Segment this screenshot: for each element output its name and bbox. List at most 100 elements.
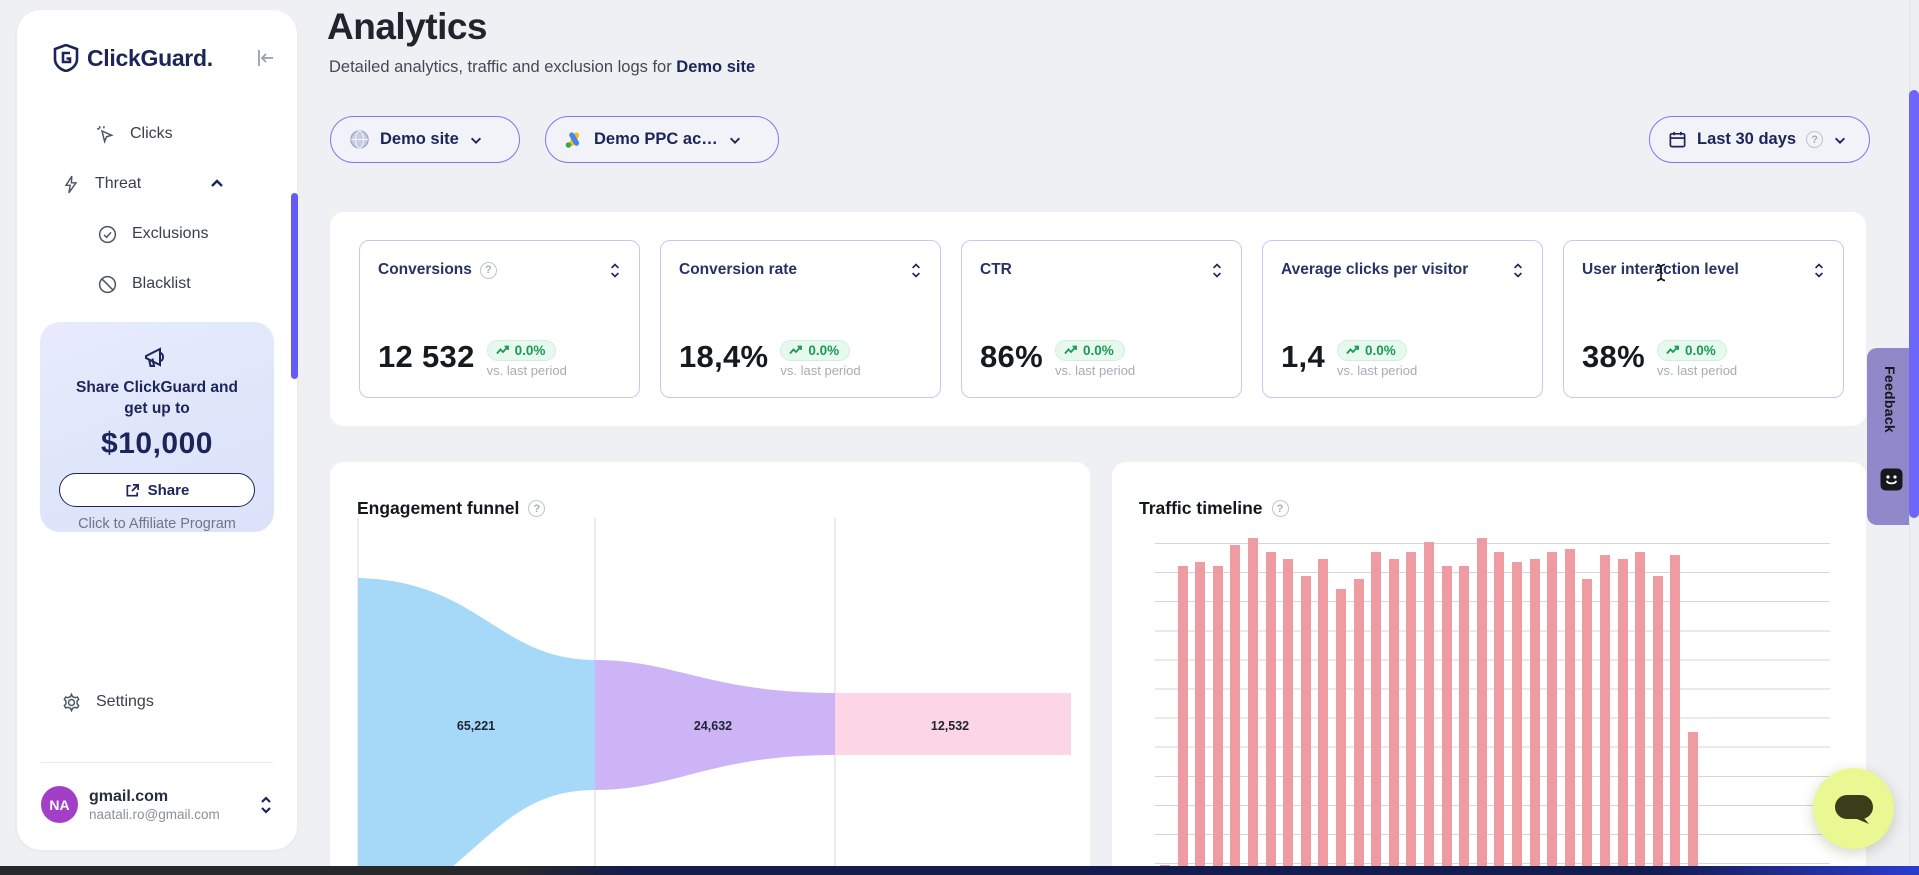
trend-value: 0.0% (808, 343, 839, 358)
funnel-value-label: 24,632 (694, 719, 732, 733)
traffic-timeline-card: Traffic timeline ? (1112, 462, 1866, 875)
share-button[interactable]: Share (59, 473, 255, 507)
trend-caption: vs. last period (1055, 363, 1135, 378)
account-email: naatali.ro@gmail.com (89, 807, 259, 822)
sidebar-item-label: Blacklist (132, 275, 191, 293)
traffic-bar (1670, 555, 1680, 875)
sidebar-item-clicks[interactable]: Clicks (95, 114, 173, 154)
page-subtitle: Detailed analytics, traffic and exclusio… (329, 58, 755, 77)
affiliate-caption[interactable]: Click to Affiliate Program (40, 516, 274, 532)
sort-arrows-icon[interactable] (1813, 262, 1825, 279)
sidebar-item-settings[interactable]: Settings (61, 682, 154, 722)
globe-icon (349, 129, 370, 150)
trend-caption: vs. last period (780, 363, 860, 378)
trending-up-icon (1064, 345, 1078, 356)
trending-up-icon (789, 345, 803, 356)
sidebar-item-exclusions[interactable]: Exclusions (97, 214, 208, 254)
sort-arrows-icon[interactable] (1211, 262, 1223, 279)
sidebar-item-threat[interactable]: Threat (61, 164, 273, 204)
share-button-label: Share (148, 482, 190, 499)
trend-badge: 0.0% (1657, 340, 1727, 361)
page-scrollbar-thumb[interactable] (1909, 90, 1919, 518)
sidebar: ClickGuard. Clicks Threat Exclusions Bla… (17, 10, 297, 850)
stat-card-ctr: CTR 86% 0.0% vs. last period (961, 240, 1242, 398)
sort-arrows-icon[interactable] (609, 262, 621, 279)
avatar: NA (41, 786, 78, 823)
stat-value: 86% (980, 339, 1043, 375)
date-range-value: Last 30 days (1697, 130, 1796, 149)
trending-up-icon (1346, 345, 1360, 356)
traffic-bar (1565, 549, 1575, 875)
traffic-bar (1318, 559, 1328, 875)
ppc-account-value: Demo PPC ac… (594, 130, 718, 149)
traffic-bar (1230, 545, 1240, 875)
subtitle-site-name: Demo site (676, 58, 755, 76)
stat-label: Average clicks per visitor (1281, 261, 1468, 279)
funnel-value-label: 12,532 (931, 719, 969, 733)
traffic-bar (1213, 566, 1223, 875)
text-cursor (1655, 263, 1667, 282)
feedback-label: Feedback (1882, 366, 1898, 433)
trend-value: 0.0% (1365, 343, 1396, 358)
share-amount: $10,000 (40, 427, 274, 461)
sort-arrows-icon[interactable] (910, 262, 922, 279)
traffic-bar (1635, 552, 1645, 875)
sidebar-item-blacklist[interactable]: Blacklist (97, 264, 191, 304)
sidebar-collapse-icon[interactable] (253, 46, 277, 70)
chevron-down-icon (469, 133, 483, 147)
traffic-bar (1477, 538, 1487, 875)
sort-arrows-icon[interactable] (1512, 262, 1524, 279)
trend-badge: 0.0% (1337, 340, 1407, 361)
traffic-bar (1618, 559, 1628, 875)
date-range-help-icon[interactable]: ? (1806, 131, 1823, 148)
sort-arrows-icon (259, 795, 273, 815)
traffic-bar (1459, 566, 1469, 875)
traffic-bar (1283, 559, 1293, 875)
stat-card-conversion-rate: Conversion rate 18,4% 0.0% vs. last peri… (660, 240, 941, 398)
stat-card-avg-clicks: Average clicks per visitor 1,4 0.0% vs. … (1262, 240, 1543, 398)
traffic-bar (1178, 566, 1188, 875)
badge-check-icon (97, 224, 118, 245)
feedback-smiley-icon (1880, 468, 1903, 491)
sidebar-item-label: Settings (96, 693, 154, 711)
window-bottom-edge (0, 866, 1919, 875)
trend-value: 0.0% (1083, 343, 1114, 358)
funnel-value-label: 65,221 (457, 719, 495, 733)
stat-card-conversions: Conversions ? 12 532 0.0% vs. last perio… (359, 240, 640, 398)
traffic-timeline-chart (1112, 462, 1866, 875)
engagement-funnel-card: Engagement funnel ? 65,221 24,632 12,532 (330, 462, 1090, 875)
click-cursor-icon (95, 124, 116, 145)
chat-bubble-icon (1833, 791, 1875, 827)
trending-up-icon (496, 345, 510, 356)
traffic-bar (1582, 579, 1592, 875)
chevron-up-icon[interactable] (209, 176, 225, 192)
ppc-account-selector[interactable]: Demo PPC ac… (545, 116, 779, 163)
chat-widget-button[interactable] (1813, 768, 1894, 849)
share-text-line1: Share ClickGuard and (40, 377, 274, 398)
divider (41, 762, 273, 763)
site-selector[interactable]: Demo site (330, 116, 520, 163)
traffic-bar (1600, 555, 1610, 875)
prohibit-icon (97, 274, 118, 295)
brand-logo[interactable]: ClickGuard. (53, 44, 213, 72)
engagement-funnel-chart: 65,221 24,632 12,532 (330, 462, 1090, 875)
stat-value: 18,4% (679, 339, 768, 375)
chevron-down-icon (728, 133, 742, 147)
traffic-bar (1530, 559, 1540, 875)
megaphone-icon (142, 344, 172, 372)
traffic-bar (1248, 538, 1258, 875)
calendar-icon (1668, 130, 1687, 149)
traffic-bar (1494, 552, 1504, 875)
stat-card-interaction-level: User interaction level 38% 0.0% vs. last… (1563, 240, 1844, 398)
affiliate-share-card[interactable]: Share ClickGuard and get up to $10,000 S… (40, 322, 274, 532)
help-icon[interactable]: ? (480, 262, 497, 279)
account-name: gmail.com (89, 788, 259, 806)
sidebar-item-label: Exclusions (132, 225, 208, 243)
traffic-bar (1266, 552, 1276, 875)
account-switcher[interactable]: NA gmail.com naatali.ro@gmail.com (41, 786, 273, 823)
clickguard-shield-icon (53, 44, 79, 72)
sidebar-scrollbar-thumb[interactable] (291, 193, 298, 379)
date-range-selector[interactable]: Last 30 days ? (1649, 116, 1870, 163)
sidebar-item-label: Threat (95, 175, 141, 193)
traffic-bar (1371, 552, 1381, 875)
